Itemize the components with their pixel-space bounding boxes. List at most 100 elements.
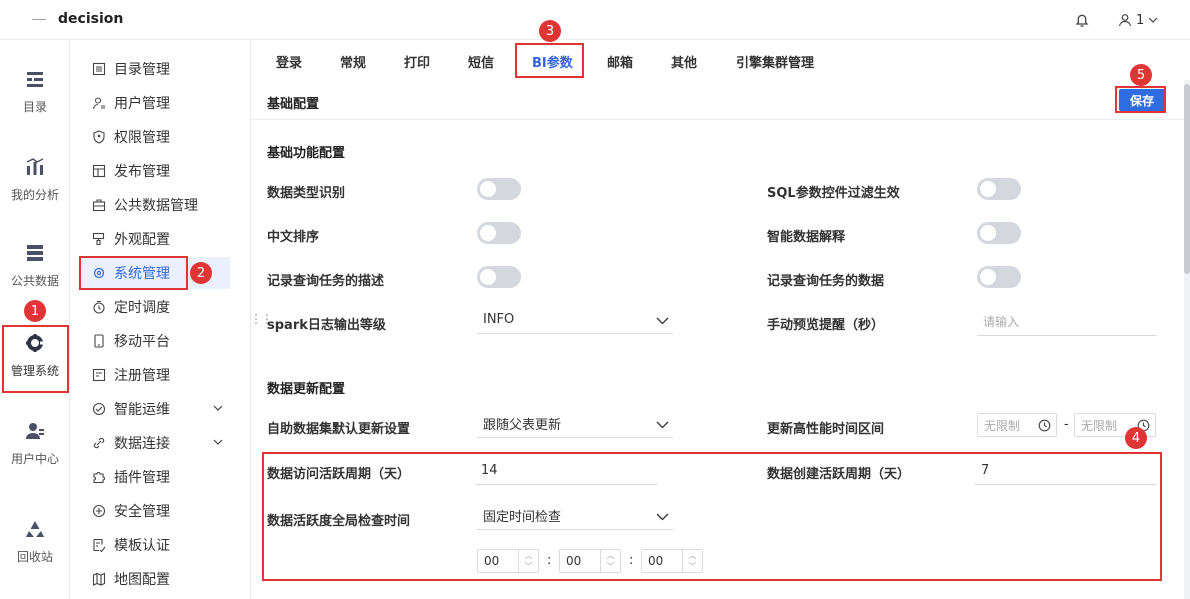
- chinese-sort-toggle[interactable]: [477, 222, 521, 244]
- sidebar-item-publish-mgmt[interactable]: 发布管理: [78, 155, 230, 187]
- security-icon: [92, 504, 106, 518]
- annotation-box-save: [1115, 86, 1166, 113]
- paint-icon: [92, 232, 105, 246]
- sidebar-item-register[interactable]: 注册管理: [78, 359, 230, 391]
- perf-window-label: 更新高性能时间区间: [767, 422, 885, 437]
- spark-log-value: INFO: [483, 312, 515, 327]
- annotation-badge: 3: [539, 20, 561, 42]
- recycle-icon: [26, 521, 44, 537]
- tab-general[interactable]: 常规: [340, 52, 366, 71]
- default-update-select[interactable]: 跟随父表更新: [477, 410, 673, 438]
- logo-mark: [32, 19, 46, 20]
- annotation-box-admin: [2, 325, 69, 393]
- nav-item-user-center[interactable]: 用户中心: [0, 420, 70, 467]
- scrollbar-thumb[interactable]: [1184, 84, 1190, 274]
- sidebar-item-label: 插件管理: [114, 470, 170, 486]
- scrollbar[interactable]: [1184, 80, 1190, 599]
- sidebar-item-map[interactable]: 地图配置: [78, 563, 230, 595]
- sidebar-item-label: 外观配置: [114, 232, 170, 248]
- smart-explain-toggle[interactable]: [977, 222, 1021, 244]
- sidebar-item-schedule[interactable]: 定时调度: [78, 291, 230, 323]
- sidebar-item-mobile[interactable]: 移动平台: [78, 325, 230, 357]
- panel-title: 基础配置: [267, 97, 320, 112]
- user-icon: [1118, 14, 1132, 27]
- sidebar-item-security[interactable]: 安全管理: [78, 495, 230, 527]
- sql-filter-label: SQL参数控件过滤生效: [767, 186, 900, 201]
- nav-item-label: 我的分析: [10, 188, 59, 202]
- perf-window-start[interactable]: 无限制: [977, 413, 1057, 437]
- analysis-icon: [26, 158, 44, 175]
- plugin-icon: [93, 472, 105, 484]
- sidebar-item-catalog-mgmt[interactable]: 目录管理: [78, 53, 230, 85]
- sidebar-item-appearance[interactable]: 外观配置: [78, 223, 230, 255]
- ops-icon: [92, 402, 106, 416]
- tab-email[interactable]: 邮箱: [607, 52, 633, 71]
- template-icon: [93, 538, 106, 552]
- chevron-down-icon: [656, 421, 669, 429]
- public-data-icon: [27, 245, 43, 261]
- nav-item-catalog[interactable]: 目录: [0, 68, 70, 115]
- sidebar-item-permission-mgmt[interactable]: 权限管理: [78, 121, 230, 153]
- nav-item-label: 用户中心: [10, 452, 59, 466]
- sidebar-item-label: 定时调度: [114, 300, 170, 316]
- sidebar-item-label: 安全管理: [114, 504, 170, 520]
- data-type-recognition-label: 数据类型识别: [267, 186, 346, 201]
- nav-item-recycle-bin[interactable]: 回收站: [0, 518, 70, 565]
- smart-explain-label: 智能数据解释: [767, 230, 846, 245]
- annotation-badge: 4: [1125, 427, 1147, 449]
- notification-bell-icon[interactable]: [1072, 10, 1092, 30]
- map-icon: [92, 572, 106, 586]
- nav-item-public-data[interactable]: 公共数据: [0, 242, 70, 289]
- sidebar-item-smart-ops[interactable]: 智能运维: [78, 393, 230, 425]
- default-update-label: 自助数据集默认更新设置: [267, 422, 411, 437]
- sidebar-item-label: 注册管理: [114, 368, 170, 384]
- perf-window-separator: -: [1064, 417, 1069, 432]
- perf-window-end-value: 无限制: [1081, 418, 1118, 433]
- link-icon: [93, 437, 105, 449]
- nav-item-my-analysis[interactable]: 我的分析: [0, 156, 70, 203]
- app-logo: decision: [58, 11, 124, 27]
- chevron-down-icon: [213, 405, 223, 411]
- sidebar-item-plugin[interactable]: 插件管理: [78, 461, 230, 493]
- sidebar-item-template-auth[interactable]: 模板认证: [78, 529, 230, 561]
- section-title-basic: 基础功能配置: [267, 146, 346, 161]
- sql-filter-toggle[interactable]: [977, 178, 1021, 200]
- panel-header: 基础配置 保存: [251, 80, 1184, 120]
- register-icon: [92, 368, 106, 382]
- user-icon: [92, 97, 105, 110]
- sidebar-item-label: 地图配置: [114, 572, 170, 588]
- section-title-update: 数据更新配置: [267, 382, 346, 397]
- tab-print[interactable]: 打印: [404, 52, 430, 71]
- tab-login[interactable]: 登录: [276, 52, 302, 71]
- user-center-icon: [26, 423, 44, 439]
- chevron-down-icon: [656, 317, 669, 325]
- tab-engine-cluster[interactable]: 引擎集群管理: [736, 52, 814, 71]
- drag-handle-icon[interactable]: ⋮⋮: [250, 312, 273, 326]
- default-update-value: 跟随父表更新: [483, 418, 562, 433]
- sidebar-item-data-connection[interactable]: 数据连接: [78, 427, 230, 459]
- briefcase-icon: [92, 199, 106, 212]
- user-menu[interactable]: 1: [1118, 10, 1158, 30]
- sidebar-item-label: 目录管理: [114, 62, 170, 78]
- annotation-box-activity-config: [262, 452, 1162, 581]
- sidebar-item-label: 移动平台: [114, 334, 170, 350]
- sidebar-item-label: 发布管理: [114, 164, 170, 180]
- sidebar-item-public-data-mgmt[interactable]: 公共数据管理: [78, 189, 230, 221]
- manual-preview-input[interactable]: 请输入: [977, 308, 1157, 336]
- tab-other[interactable]: 其他: [671, 52, 697, 71]
- settings-tabs: 登录 常规 打印 短信 BI参数 邮箱 其他 引擎集群管理: [251, 40, 1190, 80]
- sidebar-item-user-mgmt[interactable]: 用户管理: [78, 87, 230, 119]
- nav-item-label: 公共数据: [10, 274, 59, 288]
- log-query-data-toggle[interactable]: [977, 266, 1021, 288]
- list-icon: [92, 62, 106, 76]
- secondary-nav: 目录管理 用户管理 权限管理 发布管理 公共数据管理 外观配置 系统管理 定时调…: [70, 40, 251, 599]
- spark-log-select[interactable]: INFO: [477, 306, 673, 334]
- log-query-data-label: 记录查询任务的数据: [767, 274, 885, 289]
- log-query-desc-toggle[interactable]: [477, 266, 521, 288]
- tab-sms[interactable]: 短信: [468, 52, 494, 71]
- data-type-recognition-toggle[interactable]: [477, 178, 521, 200]
- manual-preview-label: 手动预览提醒（秒）: [767, 318, 885, 333]
- annotation-box-system-mgmt: [79, 256, 188, 290]
- annotation-badge: 1: [24, 300, 46, 322]
- user-name: 1: [1136, 12, 1145, 28]
